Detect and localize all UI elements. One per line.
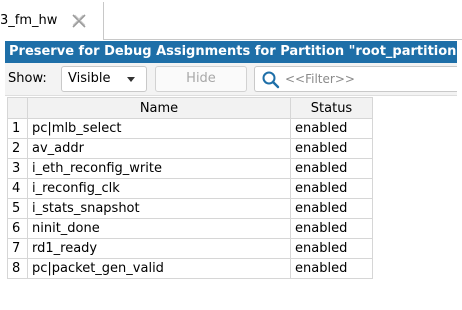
filter-input[interactable] bbox=[285, 70, 450, 88]
row-status[interactable]: enabled bbox=[290, 178, 373, 199]
tab-bar: 3_fm_hw bbox=[0, 0, 462, 40]
row-name[interactable]: i_stats_snapshot bbox=[27, 198, 291, 219]
row-status[interactable]: enabled bbox=[290, 198, 373, 219]
table-row[interactable]: 5 i_stats_snapshot enabled bbox=[7, 198, 373, 219]
show-label: Show: bbox=[8, 71, 47, 86]
row-status[interactable]: enabled bbox=[290, 138, 373, 159]
tab-3-fm-hw[interactable]: 3_fm_hw bbox=[0, 2, 104, 40]
row-number: 6 bbox=[7, 218, 28, 239]
table-row[interactable]: 3 i_eth_reconfig_write enabled bbox=[7, 158, 373, 179]
close-icon[interactable] bbox=[67, 9, 91, 33]
column-header-status[interactable]: Status bbox=[290, 97, 373, 119]
show-dropdown[interactable]: Visible bbox=[61, 66, 147, 92]
column-header-index[interactable] bbox=[7, 97, 28, 119]
row-status[interactable]: enabled bbox=[290, 158, 373, 179]
row-name[interactable]: pc|packet_gen_valid bbox=[27, 258, 291, 279]
chevron-down-icon bbox=[127, 77, 135, 82]
panel-title: Preserve for Debug Assignments for Parti… bbox=[5, 41, 457, 63]
debug-assignments-table: Name Status 1 pc|mlb_select enabled 2 av… bbox=[7, 97, 373, 279]
row-number: 5 bbox=[7, 198, 28, 219]
toolbar: Show: Visible Hide bbox=[5, 63, 457, 96]
row-number: 3 bbox=[7, 158, 28, 179]
row-number: 2 bbox=[7, 138, 28, 159]
row-name[interactable]: i_reconfig_clk bbox=[27, 178, 291, 199]
row-name[interactable]: ninit_done bbox=[27, 218, 291, 239]
search-icon bbox=[261, 70, 281, 90]
table-row[interactable]: 6 ninit_done enabled bbox=[7, 218, 373, 239]
tab-bar-divider bbox=[104, 39, 462, 40]
table-row[interactable]: 7 rd1_ready enabled bbox=[7, 238, 373, 259]
table-row[interactable]: 4 i_reconfig_clk enabled bbox=[7, 178, 373, 199]
row-status[interactable]: enabled bbox=[290, 218, 373, 239]
tab-label: 3_fm_hw bbox=[0, 13, 58, 28]
row-number: 1 bbox=[7, 118, 28, 139]
row-number: 4 bbox=[7, 178, 28, 199]
hide-button[interactable]: Hide bbox=[155, 66, 247, 92]
row-status[interactable]: enabled bbox=[290, 238, 373, 259]
table-row[interactable]: 2 av_addr enabled bbox=[7, 138, 373, 159]
row-name[interactable]: rd1_ready bbox=[27, 238, 291, 259]
row-name[interactable]: i_eth_reconfig_write bbox=[27, 158, 291, 179]
row-name[interactable]: pc|mlb_select bbox=[27, 118, 291, 139]
row-name[interactable]: av_addr bbox=[27, 138, 291, 159]
table-header-row: Name Status bbox=[7, 97, 373, 119]
show-dropdown-value: Visible bbox=[68, 71, 111, 86]
row-number: 8 bbox=[7, 258, 28, 279]
row-status[interactable]: enabled bbox=[290, 258, 373, 279]
table-row[interactable]: 8 pc|packet_gen_valid enabled bbox=[7, 258, 373, 279]
row-status[interactable]: enabled bbox=[290, 118, 373, 139]
row-number: 7 bbox=[7, 238, 28, 259]
table-row[interactable]: 1 pc|mlb_select enabled bbox=[7, 118, 373, 139]
column-header-name[interactable]: Name bbox=[27, 97, 291, 119]
filter-box[interactable] bbox=[254, 66, 457, 92]
